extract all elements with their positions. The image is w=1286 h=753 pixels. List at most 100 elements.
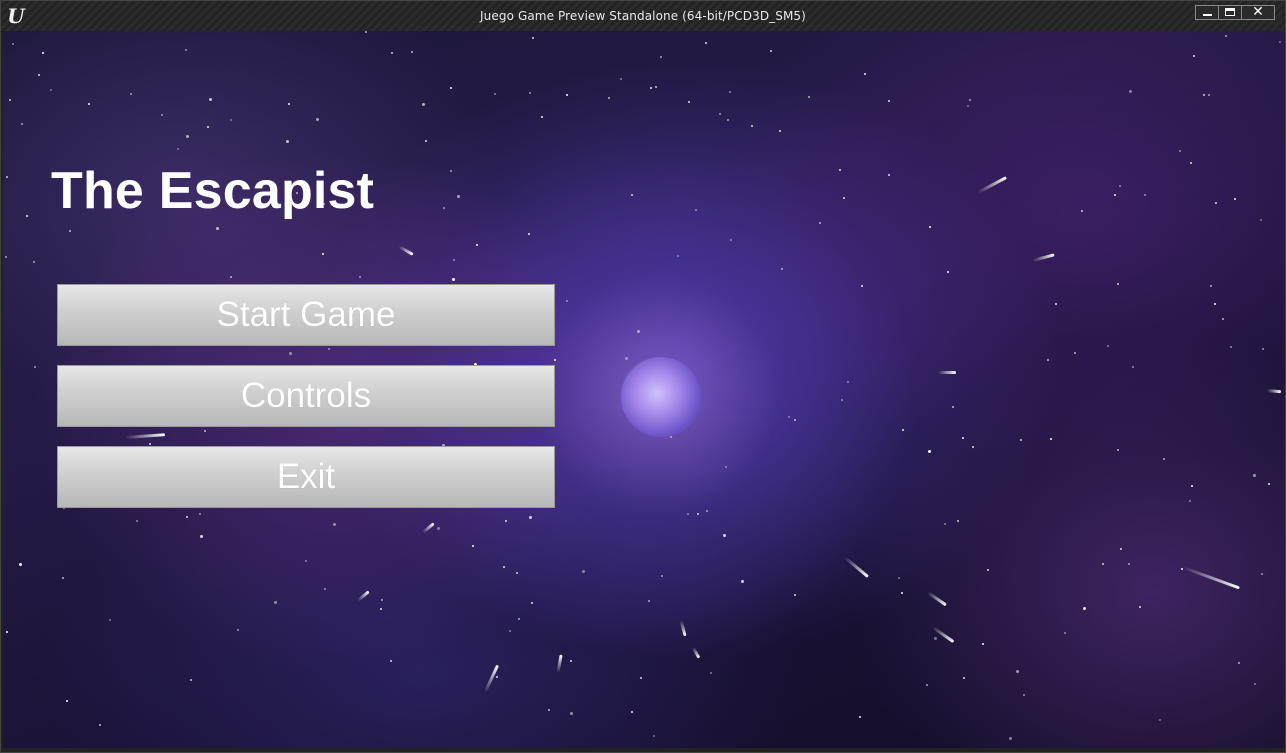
star bbox=[962, 437, 964, 439]
minimize-icon bbox=[1203, 14, 1212, 16]
star bbox=[1119, 185, 1121, 187]
star bbox=[380, 608, 382, 610]
star bbox=[1179, 150, 1181, 152]
star bbox=[518, 618, 520, 620]
maximize-button[interactable] bbox=[1218, 5, 1242, 20]
star bbox=[1120, 548, 1122, 550]
star bbox=[286, 140, 289, 143]
star bbox=[443, 207, 445, 209]
star bbox=[365, 31, 367, 33]
star bbox=[476, 244, 478, 246]
star bbox=[472, 545, 474, 547]
star bbox=[839, 169, 841, 171]
star bbox=[779, 130, 781, 132]
star bbox=[99, 724, 101, 726]
star bbox=[1234, 198, 1236, 200]
star bbox=[625, 357, 628, 360]
minimize-button[interactable] bbox=[1195, 5, 1219, 20]
star bbox=[1210, 285, 1212, 287]
star bbox=[1047, 359, 1049, 361]
star bbox=[1009, 737, 1012, 740]
star bbox=[1107, 345, 1109, 347]
star bbox=[186, 135, 189, 138]
star bbox=[843, 197, 845, 199]
star bbox=[531, 602, 533, 604]
star bbox=[322, 253, 324, 255]
star bbox=[554, 359, 556, 361]
star bbox=[741, 580, 744, 583]
star bbox=[274, 601, 277, 604]
star bbox=[934, 637, 937, 640]
star bbox=[237, 629, 239, 631]
close-icon: ✕ bbox=[1252, 4, 1264, 20]
star bbox=[1190, 162, 1192, 164]
star bbox=[457, 195, 460, 198]
star bbox=[688, 101, 690, 103]
star bbox=[505, 520, 507, 522]
star-streak bbox=[938, 371, 956, 374]
star bbox=[969, 99, 971, 101]
star bbox=[422, 103, 425, 106]
star bbox=[987, 569, 989, 571]
star bbox=[1238, 662, 1240, 664]
star bbox=[566, 300, 568, 302]
star bbox=[5, 256, 7, 258]
star bbox=[650, 87, 652, 89]
star bbox=[1050, 438, 1052, 440]
star bbox=[548, 709, 550, 711]
star bbox=[637, 330, 640, 333]
star bbox=[529, 516, 532, 519]
star bbox=[926, 684, 928, 686]
star bbox=[450, 170, 452, 172]
star bbox=[12, 43, 14, 45]
star bbox=[177, 148, 179, 150]
star bbox=[1129, 90, 1132, 93]
star bbox=[1230, 346, 1232, 348]
star bbox=[1117, 283, 1119, 285]
star bbox=[1268, 483, 1270, 485]
star bbox=[770, 50, 772, 52]
star bbox=[819, 222, 821, 224]
title-bar[interactable]: U Juego Game Preview Standalone (64-bit/… bbox=[1, 1, 1285, 32]
star bbox=[66, 700, 68, 702]
star bbox=[1203, 94, 1205, 96]
star bbox=[929, 226, 931, 228]
exit-button[interactable]: Exit bbox=[57, 446, 555, 508]
star bbox=[453, 259, 455, 261]
star bbox=[230, 119, 232, 121]
star bbox=[34, 366, 36, 368]
star bbox=[437, 527, 440, 530]
star bbox=[631, 194, 633, 196]
star bbox=[677, 255, 679, 257]
star bbox=[1225, 35, 1227, 37]
star bbox=[305, 560, 307, 562]
star-streak bbox=[844, 556, 869, 578]
star bbox=[888, 100, 890, 102]
star-streak bbox=[679, 620, 687, 637]
star bbox=[697, 513, 699, 515]
star bbox=[503, 566, 505, 568]
star bbox=[328, 348, 330, 350]
star-streak bbox=[932, 626, 955, 644]
star bbox=[1215, 202, 1217, 204]
star bbox=[528, 233, 530, 235]
star bbox=[608, 97, 610, 99]
start-game-button[interactable]: Start Game bbox=[57, 284, 555, 346]
star-streak bbox=[483, 664, 500, 694]
star bbox=[200, 535, 203, 538]
star bbox=[1261, 573, 1263, 575]
star bbox=[359, 276, 361, 278]
star bbox=[727, 119, 729, 121]
controls-button[interactable]: Controls bbox=[57, 365, 555, 427]
star bbox=[620, 78, 622, 80]
star bbox=[1055, 303, 1057, 305]
star bbox=[695, 209, 697, 211]
star bbox=[496, 676, 498, 678]
star bbox=[186, 516, 188, 518]
star bbox=[1279, 41, 1281, 43]
star bbox=[1074, 352, 1076, 354]
star bbox=[794, 594, 796, 596]
star bbox=[902, 429, 904, 431]
nebula-core bbox=[621, 357, 701, 437]
close-button[interactable]: ✕ bbox=[1241, 4, 1275, 20]
